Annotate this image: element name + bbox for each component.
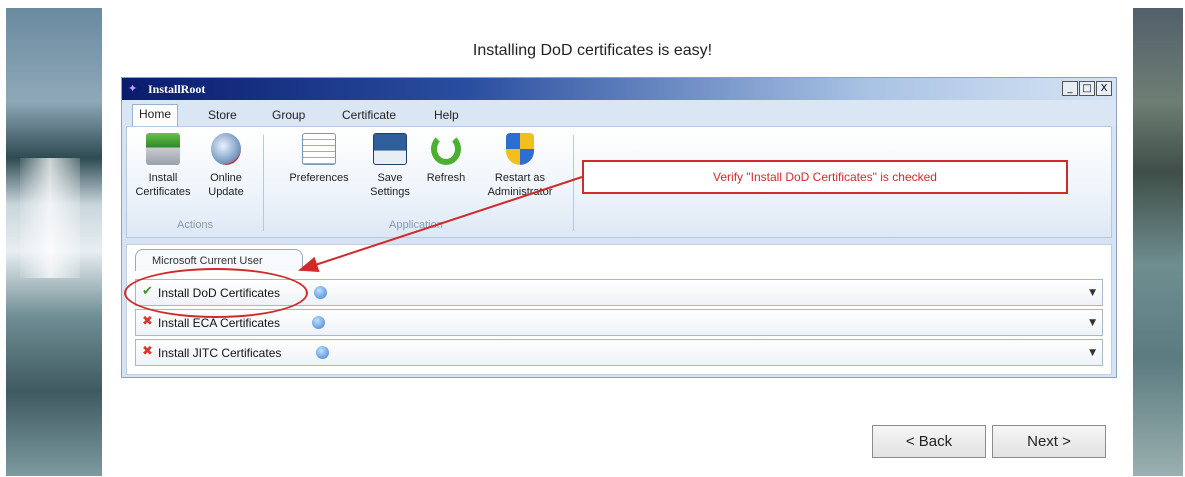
next-button[interactable]: Next > bbox=[992, 425, 1106, 458]
back-button[interactable]: < Back bbox=[872, 425, 986, 458]
installer-frame: Installing DoD certificates is easy! ✦ I… bbox=[0, 0, 1185, 477]
callout-arrow bbox=[298, 176, 583, 272]
